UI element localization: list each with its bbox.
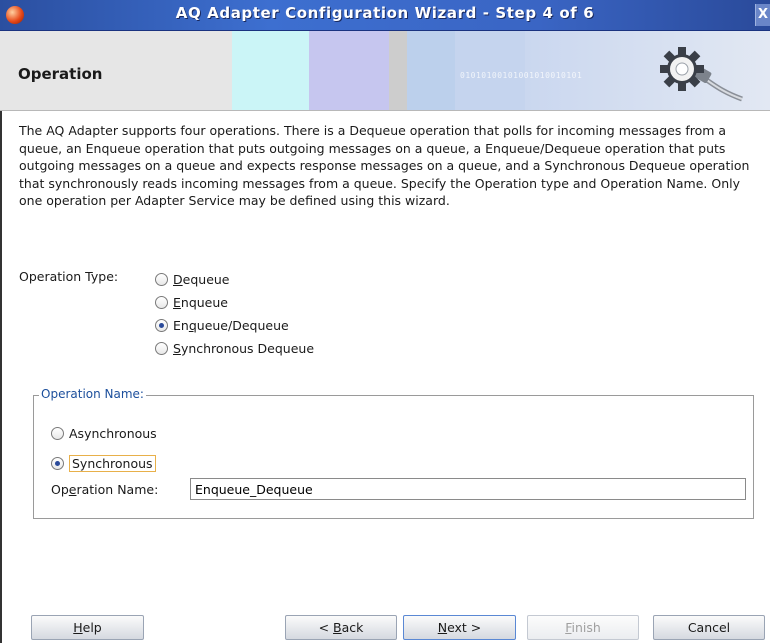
radio-asynchronous[interactable]: Asynchronous bbox=[51, 426, 157, 441]
radio-label: Enqueue/Dequeue bbox=[173, 318, 289, 333]
finish-button[interactable]: Finish bbox=[527, 615, 639, 640]
title-bar: AQ Adapter Configuration Wizard - Step 4… bbox=[0, 0, 770, 31]
radio-label: Asynchronous bbox=[69, 426, 157, 441]
radio-label: Enqueue bbox=[173, 295, 228, 310]
header-decoration bbox=[232, 31, 309, 110]
radio-synchronous[interactable]: Synchronous bbox=[51, 455, 156, 472]
radio-button[interactable] bbox=[155, 273, 168, 286]
operation-name-group: Operation Name: Asynchronous Synchronous… bbox=[33, 387, 754, 519]
header-decoration bbox=[309, 31, 389, 110]
radio-button-selected[interactable] bbox=[155, 319, 168, 332]
radio-button-selected[interactable] bbox=[51, 457, 64, 470]
gear-plug-icon bbox=[650, 39, 745, 105]
radio-label: Dequeue bbox=[173, 272, 230, 287]
next-button[interactable]: Next > bbox=[403, 615, 516, 640]
radio-label: Synchronous Dequeue bbox=[173, 341, 315, 356]
operation-name-label: Operation Name: bbox=[51, 482, 159, 497]
radio-button[interactable] bbox=[51, 427, 64, 440]
radio-enqueue[interactable]: Enqueue bbox=[155, 295, 228, 310]
close-button[interactable]: X bbox=[755, 4, 770, 26]
radio-synchronous-dequeue[interactable]: Synchronous Dequeue bbox=[155, 341, 314, 356]
page-title: Operation bbox=[18, 65, 103, 83]
operation-name-input[interactable] bbox=[190, 478, 746, 500]
operation-type-label: Operation Type: bbox=[19, 269, 119, 284]
wizard-header: 01010100101001010010101 Operation bbox=[0, 31, 770, 111]
help-button[interactable]: Help bbox=[31, 615, 144, 640]
header-decoration bbox=[389, 31, 407, 110]
radio-label-focused: Synchronous bbox=[69, 455, 156, 472]
radio-button[interactable] bbox=[155, 296, 168, 309]
header-decoration bbox=[407, 31, 455, 110]
window-title: AQ Adapter Configuration Wizard - Step 4… bbox=[175, 4, 595, 22]
back-button[interactable]: < Back bbox=[285, 615, 397, 640]
binary-decoration: 01010100101001010010101 bbox=[460, 71, 583, 80]
radio-dequeue[interactable]: Dequeue bbox=[155, 272, 230, 287]
intro-text: The AQ Adapter supports four operations.… bbox=[19, 123, 750, 208]
operation-name-legend: Operation Name: bbox=[39, 387, 146, 401]
cancel-button[interactable]: Cancel bbox=[653, 615, 765, 640]
wizard-content: The AQ Adapter supports four operations.… bbox=[0, 111, 770, 643]
radio-enqueue-dequeue[interactable]: Enqueue/Dequeue bbox=[155, 318, 289, 333]
radio-button[interactable] bbox=[155, 342, 168, 355]
